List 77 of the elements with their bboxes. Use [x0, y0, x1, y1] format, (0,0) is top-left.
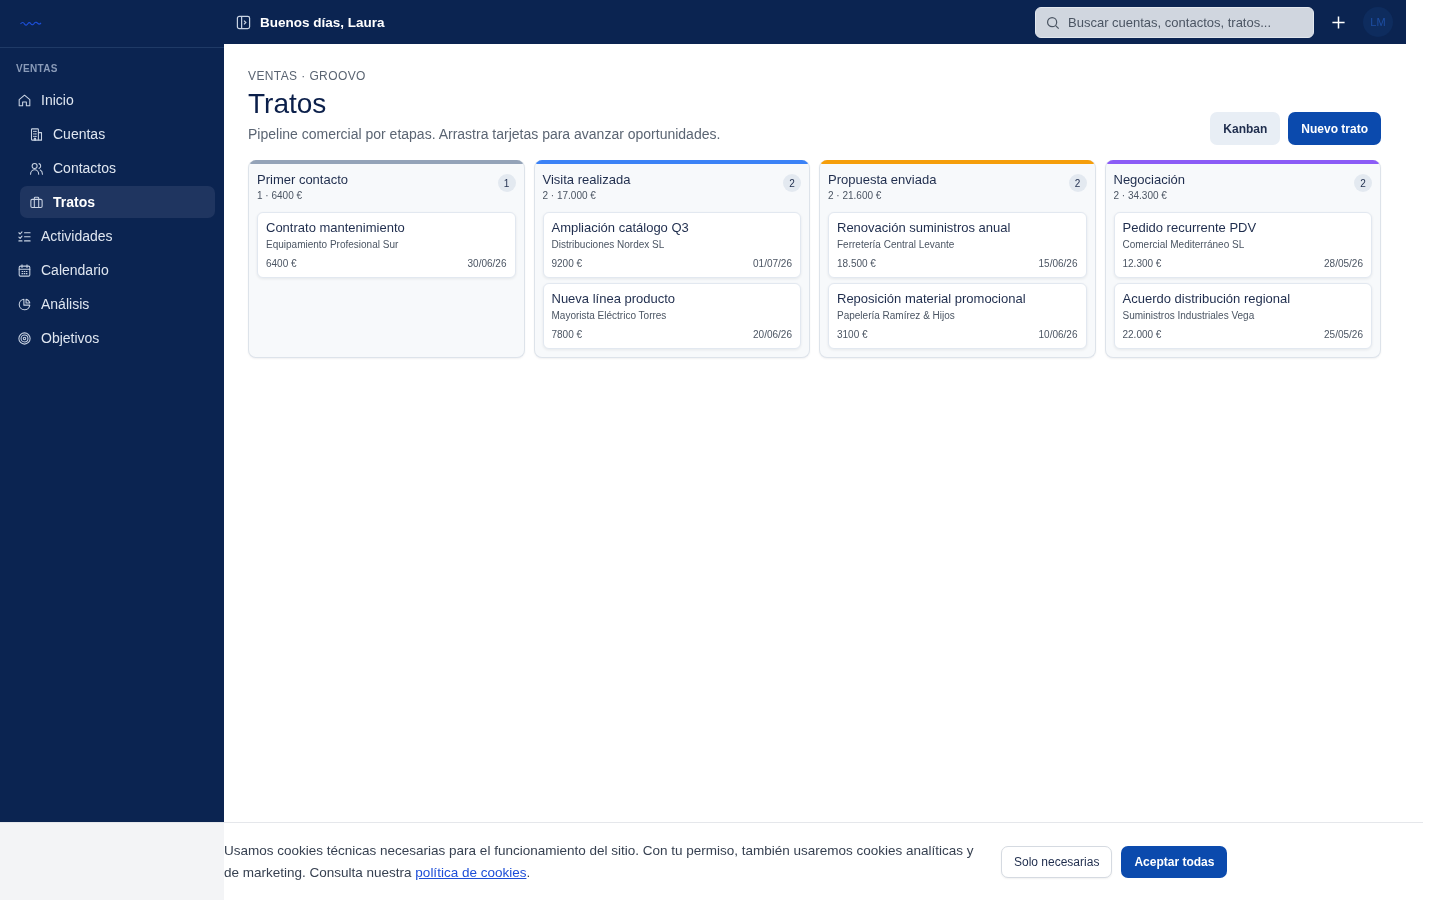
deal-title: Contrato mantenimiento	[266, 220, 406, 236]
column-summary: 2 · 21.600 €	[828, 189, 883, 203]
search-icon	[1046, 15, 1060, 30]
nav-item[interactable]: Actividades	[8, 220, 215, 252]
nav-item[interactable]: Tratos	[20, 186, 215, 218]
new-deal-button[interactable]: Nuevo trato	[1288, 112, 1381, 145]
checklist-icon	[17, 228, 32, 244]
people-icon	[29, 160, 44, 176]
deal-card[interactable]: Pedido recurrente PDV Comercial Mediterráneo SL 12.300 € 28/05/26	[1113, 212, 1372, 278]
nav-section-label: VENTAS	[15, 63, 59, 75]
deal-company: Comercial Mediterráneo SL	[1122, 238, 1246, 252]
deal-title: Reposición material promocional	[837, 291, 1027, 307]
deal-title: Nueva línea producto	[551, 291, 677, 307]
page-subtitle: Pipeline comercial por etapas. Arrastra tarjetas para avanzar oportunidades.	[248, 125, 721, 144]
cookie-notice-text: Usamos cookies técnicas necesarias para el funcionamiento del sitio. Con tu permiso, también usaremos cookies analíticas y de marketing. Consulta nuestra política de cookies.	[224, 841, 975, 882]
deal-count: 2	[783, 174, 801, 192]
accept-all-button[interactable]: Aceptar todas	[1121, 845, 1228, 878]
deal-title: Pedido recurrente PDV	[1122, 220, 1258, 236]
calendar-icon	[17, 262, 32, 278]
nav-item[interactable]: Objetivos	[8, 322, 215, 354]
deal-card[interactable]: Acuerdo distribución regional Suministros Industriales Vega 22.000 € 25/05/26	[1113, 283, 1372, 349]
deal-date: 01/07/26	[753, 257, 792, 271]
deal-date: 30/06/26	[467, 257, 507, 271]
deal-count: 2	[1354, 174, 1372, 192]
deal-amount: 12.300 €	[1122, 257, 1162, 271]
deal-card[interactable]: Nueva línea producto Mayorista Eléctrico Torres 7800 € 20/06/26	[542, 283, 801, 349]
deal-amount: 3100 €	[837, 328, 868, 342]
deal-title: Renovación suministros anual	[837, 220, 1012, 236]
home-icon	[17, 92, 32, 108]
deal-date: 10/06/26	[1038, 328, 1078, 342]
building-icon	[29, 126, 44, 142]
deal-card[interactable]: Contrato mantenimiento Equipamiento Profesional Sur 6400 € 30/06/26	[257, 212, 516, 278]
deal-amount: 18.500 €	[837, 257, 876, 271]
deal-title: Ampliación catálogo Q3	[551, 220, 690, 236]
column-summary: 2 · 17.000 €	[542, 189, 597, 203]
deal-company: Mayorista Eléctrico Torres	[551, 309, 668, 323]
briefcase-icon	[29, 194, 44, 210]
deal-date: 25/05/26	[1324, 328, 1363, 342]
nav-item[interactable]: Análisis	[8, 288, 215, 320]
deal-count: 2	[1068, 174, 1087, 192]
necessary-only-button[interactable]: Solo necesarias	[1001, 845, 1113, 878]
column-title: Propuesta enviada	[828, 172, 937, 188]
deal-count: 1	[497, 174, 516, 192]
deal-company: Suministros Industriales Vega	[1122, 309, 1256, 323]
deal-title: Acuerdo distribución regional	[1122, 291, 1292, 307]
nav-item[interactable]: Inicio	[8, 84, 215, 116]
deal-date: 20/06/26	[753, 328, 792, 342]
pie-chart-icon	[17, 296, 32, 312]
deal-amount: 9200 €	[551, 257, 583, 271]
sidebar-toggle-icon[interactable]	[236, 14, 251, 30]
search-field[interactable]: Buscar cuentas, contactos, tratos...	[1035, 6, 1314, 38]
deal-company: Ferretería Central Levante	[837, 238, 956, 252]
deal-card[interactable]: Renovación suministros anual Ferretería Central Levante 18.500 € 15/06/26	[828, 212, 1087, 278]
deal-date: 28/05/26	[1324, 257, 1363, 271]
column-summary: 1 · 6400 €	[257, 189, 304, 203]
deal-card[interactable]: Reposición material promocional Papelería Ramírez & Hijos 3100 € 10/06/26	[828, 283, 1087, 349]
nav-item[interactable]: Cuentas	[20, 118, 215, 150]
deal-card[interactable]: Ampliación catálogo Q3 Distribuciones Nordex SL 9200 € 01/07/26	[542, 212, 801, 278]
column-title: Negociación	[1113, 172, 1186, 188]
deal-company: Equipamiento Profesional Sur	[266, 238, 400, 252]
deal-company: Papelería Ramírez & Hijos	[837, 309, 956, 323]
column-summary: 2 · 34.300 €	[1113, 189, 1168, 203]
deal-amount: 6400 €	[266, 257, 297, 271]
nav-item[interactable]: Contactos	[20, 152, 215, 184]
page-title: Tratos	[248, 87, 328, 121]
greeting-text: Buenos días, Laura	[260, 14, 385, 30]
column-title: Primer contacto	[257, 172, 349, 188]
deal-date: 15/06/26	[1038, 257, 1078, 271]
deal-amount: 7800 €	[551, 328, 583, 342]
nav-item[interactable]: Calendario	[8, 254, 215, 286]
target-icon	[17, 330, 32, 346]
add-icon[interactable]	[1331, 14, 1346, 30]
deal-amount: 22.000 €	[1122, 328, 1162, 342]
deal-company: Distribuciones Nordex SL	[551, 238, 666, 252]
column-title: Visita realizada	[542, 172, 631, 188]
view-button[interactable]: Kanban	[1210, 112, 1281, 145]
breadcrumb: VENTAS · GROOVO	[248, 68, 367, 84]
